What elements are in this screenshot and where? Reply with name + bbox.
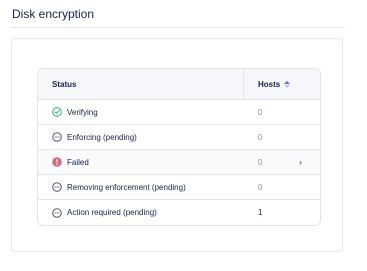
pending-icon [52,132,62,142]
hosts-count: 1 [258,208,263,217]
section-title: Disk encryption [12,7,95,21]
status-cell: Removing enforcement (pending) [38,182,244,192]
hosts-cell: 0 › [244,157,320,167]
status-header-label: Status [52,79,77,89]
table-row-removing-enforcement: Removing enforcement (pending) 0 [38,175,320,200]
disk-encryption-table: Status Hosts Verifying 0 Enforcing (pend… [37,68,321,226]
sort-up-icon [284,80,291,84]
status-cell: Verifying [38,107,244,117]
hosts-count: 0 [258,182,263,192]
table-header: Status Hosts [38,69,320,100]
table-row-enforcing: Enforcing (pending) 0 [38,125,320,150]
status-label: Action required (pending) [67,208,157,217]
hosts-cell: 1 [244,208,320,217]
hosts-cell: 0 [244,133,320,142]
status-cell: Enforcing (pending) [38,132,244,142]
hosts-header-label: Hosts [258,79,281,89]
status-label: Verifying [67,107,98,117]
table-row-failed[interactable]: Failed 0 › [38,150,320,175]
sort-down-icon [284,84,291,88]
hosts-count: 0 [258,132,263,142]
hosts-count: 0 [258,157,263,167]
pending-icon [52,182,62,192]
error-icon [52,157,62,167]
status-cell: Action required (pending) [38,207,244,218]
status-label: Enforcing (pending) [67,132,137,142]
status-cell: Failed [38,157,244,167]
table-row-action-required[interactable]: Action required (pending) 1 [38,200,320,225]
hosts-count: 0 [258,107,263,117]
table-row-verifying: Verifying 0 [38,100,320,125]
section-divider [11,27,345,28]
hosts-cell: 0 [244,108,320,117]
chevron-right-icon[interactable]: › [299,157,302,167]
status-label: Removing enforcement (pending) [67,182,186,192]
pending-icon [52,207,62,218]
hosts-column-header[interactable]: Hosts [244,69,320,99]
status-label: Failed [67,157,89,167]
sort-icon[interactable] [284,80,291,88]
check-circle-icon [52,107,62,117]
status-column-header[interactable]: Status [38,69,244,99]
hosts-cell: 0 [244,183,320,192]
